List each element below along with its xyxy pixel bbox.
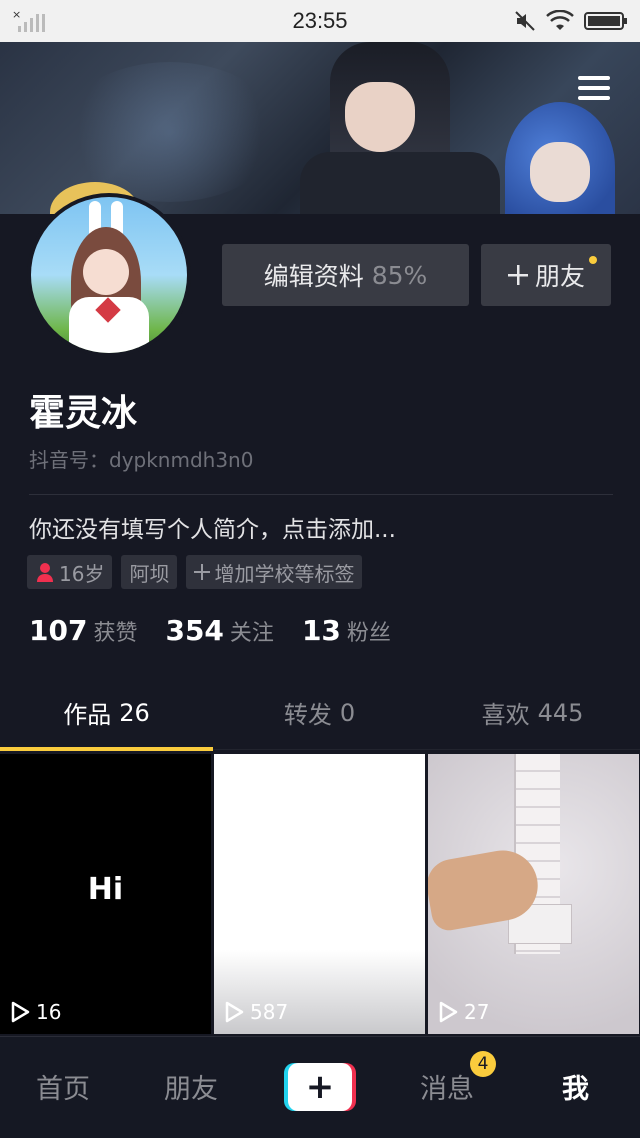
profile-banner[interactable] bbox=[0, 42, 640, 214]
likes-count: 107 bbox=[29, 614, 88, 647]
add-friend-label: 朋友 bbox=[534, 262, 585, 291]
douyin-id: 抖音号：dypknmdh3n0 bbox=[29, 448, 254, 472]
content-tabs: 作品 26 转发 0 喜欢 445 bbox=[0, 676, 640, 751]
following-stat[interactable]: 354 关注 bbox=[165, 614, 273, 647]
followers-stat[interactable]: 13 粉丝 bbox=[302, 614, 391, 647]
battery-icon bbox=[584, 12, 627, 30]
notification-dot bbox=[589, 256, 597, 264]
nav-me[interactable]: 我 bbox=[562, 1067, 589, 1106]
divider bbox=[29, 494, 613, 495]
nav-friends[interactable]: 朋友 bbox=[164, 1067, 218, 1106]
video-thumbnail[interactable]: Hi 16 bbox=[0, 754, 211, 1034]
wifi-icon bbox=[546, 10, 574, 30]
nav-home[interactable]: 首页 bbox=[36, 1067, 90, 1106]
plus-icon bbox=[194, 564, 211, 580]
play-count-value: 27 bbox=[464, 1000, 490, 1024]
likes-stat[interactable]: 107 获赞 bbox=[29, 614, 137, 647]
tab-likes[interactable]: 喜欢 445 bbox=[426, 676, 639, 749]
status-bar: × 23:55 bbox=[0, 0, 640, 42]
mute-icon bbox=[515, 11, 535, 31]
create-button[interactable]: + bbox=[284, 1063, 356, 1111]
tab-reposts-label: 转发 bbox=[283, 701, 332, 729]
video-caption: Hi bbox=[87, 872, 124, 907]
play-icon bbox=[225, 1001, 244, 1023]
tab-works[interactable]: 作品 26 bbox=[0, 676, 213, 751]
edit-profile-label: 编辑资料 bbox=[263, 262, 364, 291]
tab-reposts[interactable]: 转发 0 bbox=[213, 676, 426, 749]
add-school-label: 增加学校等标签 bbox=[214, 561, 355, 586]
profile-stats: 107 获赞 354 关注 13 粉丝 bbox=[29, 614, 391, 647]
likes-label: 获赞 bbox=[93, 621, 138, 646]
following-label: 关注 bbox=[229, 621, 274, 646]
profile-name: 霍灵冰 bbox=[29, 393, 138, 434]
followers-label: 粉丝 bbox=[346, 621, 391, 646]
play-count: 27 bbox=[438, 1000, 489, 1024]
plus-icon bbox=[507, 265, 528, 285]
play-count-value: 16 bbox=[36, 1000, 62, 1024]
messages-badge: 4 bbox=[470, 1051, 496, 1077]
add-friend-button[interactable]: 朋友 bbox=[481, 244, 611, 306]
play-count: 587 bbox=[224, 1000, 288, 1024]
following-count: 354 bbox=[165, 614, 224, 647]
location-tag[interactable]: 阿坝 bbox=[121, 555, 178, 589]
bio-text[interactable]: 你还没有填写个人简介，点击添加... bbox=[29, 510, 396, 544]
play-icon bbox=[11, 1001, 30, 1023]
status-icons bbox=[514, 10, 628, 32]
bottom-nav: 首页 朋友 + 消息 4 我 bbox=[0, 1036, 640, 1138]
female-icon bbox=[37, 563, 53, 582]
nav-messages[interactable]: 消息 bbox=[420, 1067, 474, 1106]
tab-reposts-count: 0 bbox=[339, 698, 356, 727]
hamburger-menu-icon[interactable] bbox=[578, 76, 610, 104]
tab-likes-count: 445 bbox=[537, 698, 584, 727]
location-label: 阿坝 bbox=[129, 561, 170, 586]
avatar[interactable] bbox=[27, 193, 191, 357]
create-label: + bbox=[288, 1063, 352, 1111]
profile-tags: 16岁 阿坝 增加学校等标签 bbox=[27, 555, 363, 589]
age-tag[interactable]: 16岁 bbox=[27, 555, 113, 589]
play-count-value: 587 bbox=[250, 1000, 289, 1024]
play-icon bbox=[439, 1001, 458, 1023]
edit-profile-button[interactable]: 编辑资料 85% bbox=[222, 244, 469, 306]
profile-completion: 85% bbox=[371, 260, 428, 290]
add-school-tag[interactable]: 增加学校等标签 bbox=[186, 555, 363, 589]
tab-works-count: 26 bbox=[119, 698, 150, 727]
age-label: 16岁 bbox=[59, 561, 105, 586]
followers-count: 13 bbox=[301, 614, 341, 647]
video-thumbnail[interactable]: 587 bbox=[214, 754, 425, 1034]
play-count: 16 bbox=[10, 1000, 61, 1024]
tab-works-label: 作品 bbox=[63, 701, 112, 729]
video-thumbnail[interactable]: 27 bbox=[428, 754, 639, 1034]
tab-likes-label: 喜欢 bbox=[481, 701, 530, 729]
video-grid: Hi 16 587 27 bbox=[0, 754, 640, 1036]
